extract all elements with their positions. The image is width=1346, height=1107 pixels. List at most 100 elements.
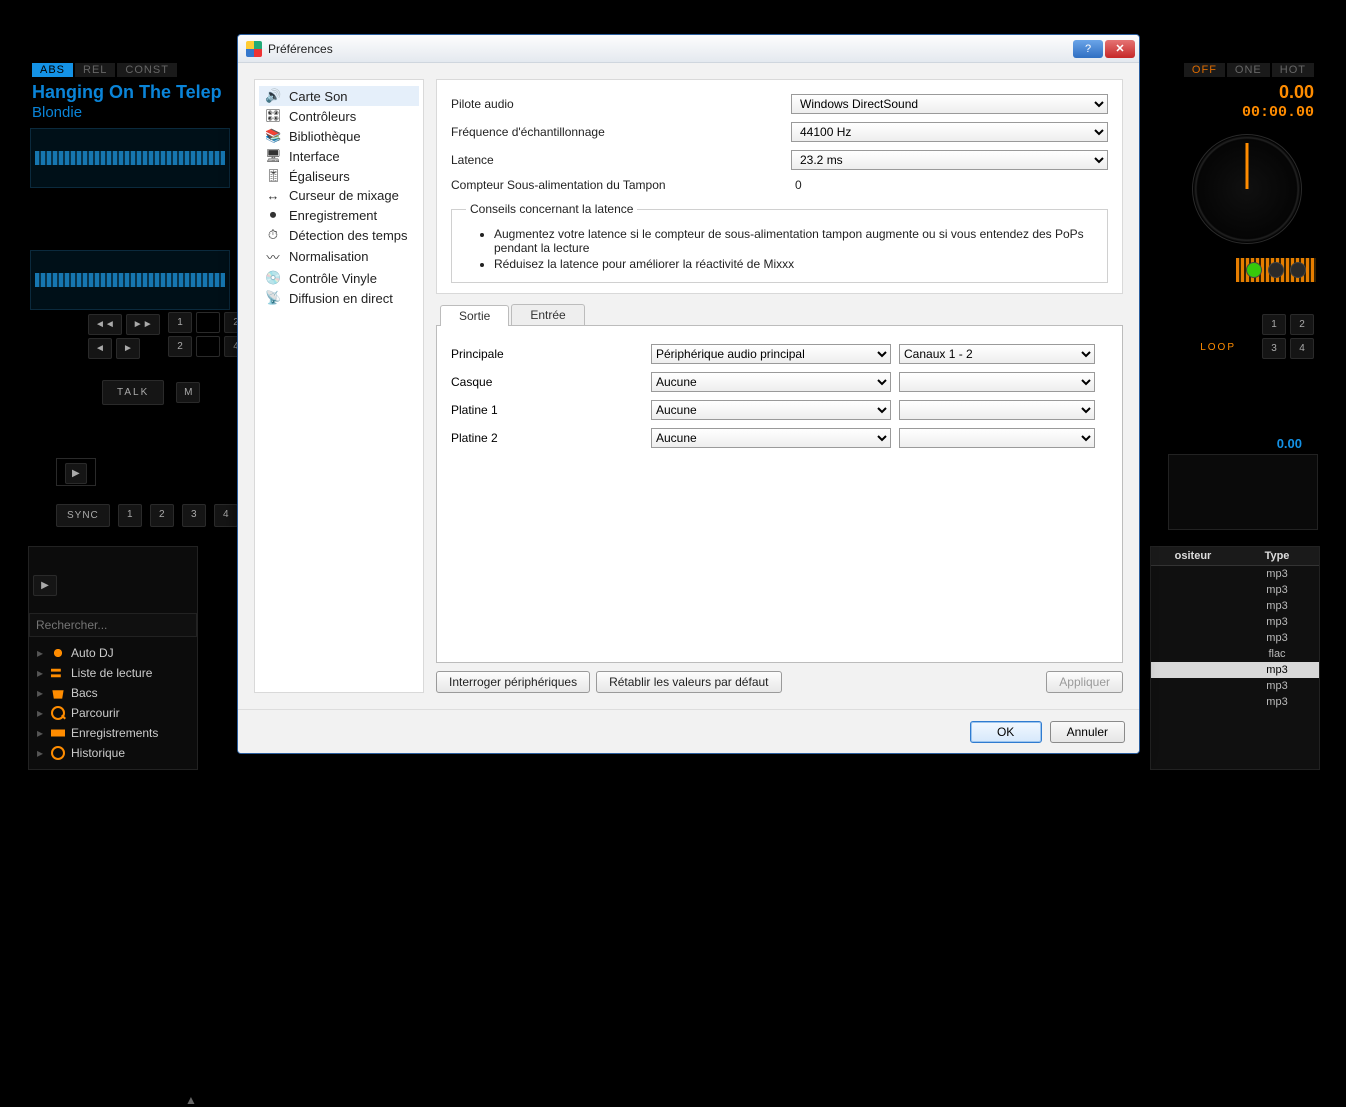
- nav-item-biblioth-que[interactable]: 📚Bibliothèque: [259, 126, 419, 146]
- tab-input[interactable]: Entrée: [511, 304, 584, 325]
- jog-wheel[interactable]: [1192, 134, 1302, 244]
- waveform-overview-2[interactable]: [30, 250, 230, 310]
- sidebar-item-auto-dj[interactable]: ▸Auto DJ: [33, 643, 197, 663]
- col-composer[interactable]: ositeur: [1151, 547, 1235, 565]
- sidebar-item-enregistrements[interactable]: ▸Enregistrements: [33, 723, 197, 743]
- nav-item-enregistrement[interactable]: ⏺Enregistrement: [259, 205, 419, 225]
- table-row[interactable]: mp3: [1151, 694, 1319, 710]
- vinyl-mode-right[interactable]: OFF ONE HOT: [1184, 63, 1314, 77]
- cancel-button[interactable]: Annuler: [1050, 721, 1125, 743]
- transport-row2: ◄ ►: [88, 338, 140, 359]
- disclosure-icon[interactable]: ▸: [37, 686, 45, 700]
- reset-defaults-button[interactable]: Rétablir les valeurs par défaut: [596, 671, 781, 693]
- mode-rel[interactable]: REL: [75, 63, 115, 77]
- table-row[interactable]: flac: [1151, 646, 1319, 662]
- mode-abs[interactable]: ABS: [32, 63, 73, 77]
- table-row[interactable]: mp3: [1151, 630, 1319, 646]
- d2-hot-2[interactable]: 2: [1290, 314, 1314, 335]
- track-table[interactable]: ositeur Type mp3mp3mp3mp3mp3flacmp3mp3mp…: [1150, 546, 1320, 770]
- output-device-select[interactable]: Périphérique audio principal: [651, 344, 891, 364]
- sidebar-item-historique[interactable]: ▸Historique: [33, 743, 197, 763]
- ffwd-button[interactable]: ►: [116, 338, 140, 359]
- nav-icon: 💿: [265, 270, 281, 286]
- mixer-right[interactable]: [1168, 454, 1318, 530]
- help-button[interactable]: ?: [1073, 40, 1103, 58]
- output-device-select[interactable]: Aucune: [651, 372, 891, 392]
- tab-output[interactable]: Sortie: [440, 305, 509, 326]
- sidebar-item-bacs[interactable]: ▸Bacs: [33, 683, 197, 703]
- sync-1[interactable]: 1: [118, 504, 142, 527]
- sidebar-item-liste-de-lecture[interactable]: ▸Liste de lecture: [33, 663, 197, 683]
- sync-2[interactable]: 2: [150, 504, 174, 527]
- output-channel-select[interactable]: Canaux 1 - 2: [899, 344, 1095, 364]
- nav-item-d-tection-des-temps[interactable]: ⏱Détection des temps: [259, 225, 419, 245]
- output-device-select[interactable]: Aucune: [651, 400, 891, 420]
- nav-item-diffusion-en-direct[interactable]: 📡Diffusion en direct: [259, 288, 419, 308]
- apply-button[interactable]: Appliquer: [1046, 671, 1123, 693]
- nav-item-interface[interactable]: 🖥Interface: [259, 146, 419, 166]
- nav-icon: ↔: [265, 188, 281, 203]
- query-devices-button[interactable]: Interroger périphériques: [436, 671, 590, 693]
- repeat-icon[interactable]: [1268, 262, 1284, 278]
- play-button[interactable]: ▶: [65, 463, 87, 484]
- next-button[interactable]: ►►: [126, 314, 160, 335]
- disclosure-icon[interactable]: ▸: [37, 646, 45, 660]
- table-row[interactable]: mp3: [1151, 566, 1319, 582]
- audio-driver-select[interactable]: Windows DirectSound: [791, 94, 1108, 114]
- nav-item-curseur-de-mixage[interactable]: ↔Curseur de mixage: [259, 186, 419, 205]
- sidebar-item-parcourir[interactable]: ▸Parcourir: [33, 703, 197, 723]
- disclosure-icon[interactable]: ▸: [37, 726, 45, 740]
- vinyl-mode-left[interactable]: ABS REL CONST: [32, 63, 177, 77]
- sync-row: SYNC 1 2 3 4: [56, 504, 238, 527]
- output-device-select[interactable]: Aucune: [651, 428, 891, 448]
- nav-item-carte-son[interactable]: 🔊Carte Son: [259, 86, 419, 106]
- d2-hot-4[interactable]: 4: [1290, 338, 1314, 359]
- mode-hot[interactable]: HOT: [1272, 63, 1314, 77]
- waveform-overview-1[interactable]: [30, 128, 230, 188]
- table-row[interactable]: mp3: [1151, 678, 1319, 694]
- mode-one[interactable]: ONE: [1227, 63, 1270, 77]
- eject-icon[interactable]: [1290, 262, 1306, 278]
- nav-icon: 🔊: [265, 88, 281, 104]
- m-button[interactable]: M: [176, 382, 200, 403]
- sync-button[interactable]: SYNC: [56, 504, 110, 527]
- table-row[interactable]: mp3: [1151, 598, 1319, 614]
- output-channel-select[interactable]: [899, 428, 1095, 448]
- titlebar[interactable]: Préférences ? ✕: [238, 35, 1139, 63]
- dialog-footer: OK Annuler: [238, 709, 1139, 753]
- nav-item-contr-le-vinyle[interactable]: 💿Contrôle Vinyle: [259, 268, 419, 288]
- table-row[interactable]: mp3: [1151, 614, 1319, 630]
- nav-item--galiseurs[interactable]: 🎚Égaliseurs: [259, 166, 419, 186]
- mode-const[interactable]: CONST: [117, 63, 177, 77]
- mode-off[interactable]: OFF: [1184, 63, 1225, 77]
- sample-rate-select[interactable]: 44100 Hz: [791, 122, 1108, 142]
- rewind-button[interactable]: ◄: [88, 338, 112, 359]
- col-type[interactable]: Type: [1235, 547, 1319, 565]
- close-button[interactable]: ✕: [1105, 40, 1135, 58]
- prev-button[interactable]: ◄◄: [88, 314, 122, 335]
- disclosure-icon[interactable]: ▸: [37, 706, 45, 720]
- hotcue-b1[interactable]: 2: [168, 336, 192, 357]
- table-row[interactable]: mp3: [1151, 662, 1319, 678]
- hotcue-1[interactable]: 1: [168, 312, 192, 333]
- nav-item-normalisation[interactable]: 〰Normalisation: [259, 245, 419, 268]
- talk-button[interactable]: TALK: [102, 380, 164, 405]
- lib-play-button[interactable]: ▶: [33, 575, 57, 596]
- auto-icon: [51, 646, 65, 660]
- d2-hot-1[interactable]: 1: [1262, 314, 1286, 335]
- output-row-0: PrincipalePériphérique audio principalCa…: [451, 340, 1108, 368]
- ok-button[interactable]: OK: [970, 721, 1042, 743]
- table-row[interactable]: mp3: [1151, 582, 1319, 598]
- search-input[interactable]: [29, 613, 197, 637]
- expand-icon[interactable]: ▲: [185, 1093, 199, 1107]
- output-channel-select[interactable]: [899, 400, 1095, 420]
- latency-select[interactable]: 23.2 ms: [791, 150, 1108, 170]
- sync-4[interactable]: 4: [214, 504, 238, 527]
- disclosure-icon[interactable]: ▸: [37, 666, 45, 680]
- nav-icon: 🎚: [265, 168, 281, 184]
- disclosure-icon[interactable]: ▸: [37, 746, 45, 760]
- nav-item-contr-leurs[interactable]: 🎛Contrôleurs: [259, 106, 419, 126]
- output-channel-select[interactable]: [899, 372, 1095, 392]
- sync-3[interactable]: 3: [182, 504, 206, 527]
- d2-hot-3[interactable]: 3: [1262, 338, 1286, 359]
